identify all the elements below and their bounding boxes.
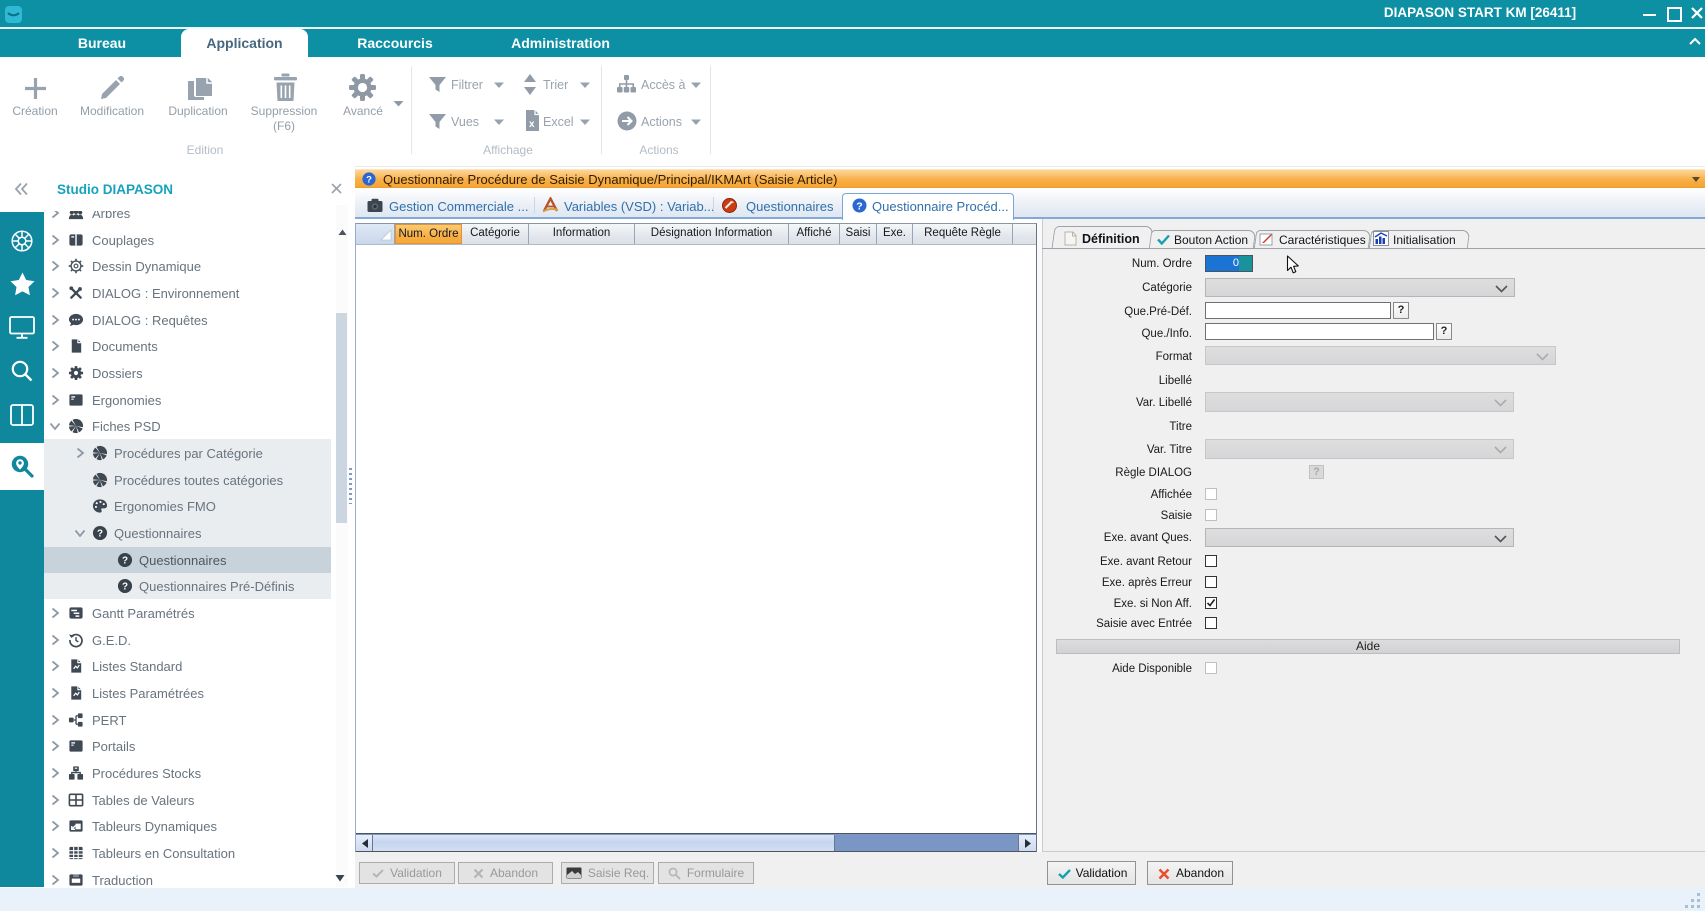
svg-text:x: x: [529, 119, 535, 130]
svg-text:?: ?: [366, 175, 372, 186]
svg-text:?: ?: [856, 200, 862, 212]
